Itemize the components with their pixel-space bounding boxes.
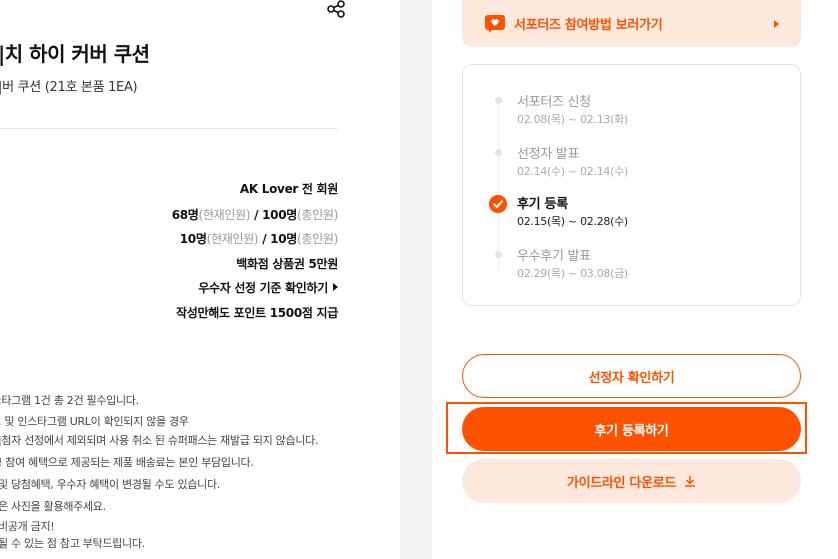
- info-target: AK Lover 전 회원: [239, 182, 338, 196]
- notice-line: :타그램 1건 총 2건 필수입니다.: [0, 394, 139, 407]
- notice-line: 은 사진을 활용해주세요.: [0, 500, 106, 513]
- participation-guide-banner[interactable]: 서포터즈 참여방법 보러가기: [462, 0, 801, 47]
- info-reward: 백화점 상품권 5만원: [236, 257, 338, 271]
- inactive-dot-icon: [495, 97, 502, 104]
- chevron-right-icon: [333, 283, 338, 291]
- info-recruit: 68명(현재인원) / 100명(총인원): [171, 208, 339, 222]
- product-detail-panel: |치 하이 커버 쿠션 |버 쿠션 (21호 본품 1EA) AK Lover …: [0, 0, 400, 559]
- inactive-dot-icon: [495, 251, 502, 258]
- notice-line: 될 수 있는 점 참고 부탁드립니다.: [0, 537, 145, 550]
- download-guideline-button[interactable]: 가이드라인 다운로드: [462, 459, 801, 503]
- schedule-timeline: 서포터즈 신청 02.08(목) ~ 02.13(화) 선정자 발표 02.14…: [462, 64, 801, 306]
- criteria-link[interactable]: 우수자 선정 기준 확인하기: [198, 279, 338, 296]
- caret-right-icon: [774, 19, 779, 28]
- notice-line: . 및 인스타그램 URL이 확인되지 않을 경우: [0, 415, 189, 428]
- notice-line: |첨자 선정에서 제외되며 사용 취소 된 슈퍼패스는 재발급 되지 않습니다.: [0, 434, 319, 447]
- share-icon[interactable]: [326, 0, 346, 18]
- notice-line: 비공개 금지!: [0, 520, 55, 533]
- download-guideline-label: 가이드라인 다운로드: [566, 475, 677, 491]
- inactive-dot-icon: [495, 149, 502, 156]
- check-selected-button[interactable]: 선정자 확인하기: [462, 354, 801, 398]
- heart-chat-icon: [485, 14, 505, 33]
- download-icon: [685, 476, 696, 487]
- section-divider: [0, 128, 338, 129]
- product-subtitle: |버 쿠션 (21호 본품 1EA): [0, 80, 138, 95]
- notice-line: ! 참여 혜택으로 제공되는 제품 배송료는 본인 부담입니다.: [0, 456, 254, 469]
- notice-line: 및 당첨혜택, 우수자 혜택이 변경될 수도 있습니다.: [0, 478, 220, 491]
- product-title: |치 하이 커버 쿠션: [0, 42, 150, 66]
- info-selected: 10명(현재인원) / 10명(총인원): [179, 232, 339, 246]
- check-circle-icon: [489, 195, 507, 213]
- guide-banner-label: 서포터즈 참여방법 보러가기: [514, 18, 663, 33]
- timeline-connector: [498, 101, 499, 271]
- info-point: 작성만해도 포인트 1500점 지급: [176, 306, 338, 320]
- register-review-button[interactable]: 후기 등록하기: [462, 407, 801, 451]
